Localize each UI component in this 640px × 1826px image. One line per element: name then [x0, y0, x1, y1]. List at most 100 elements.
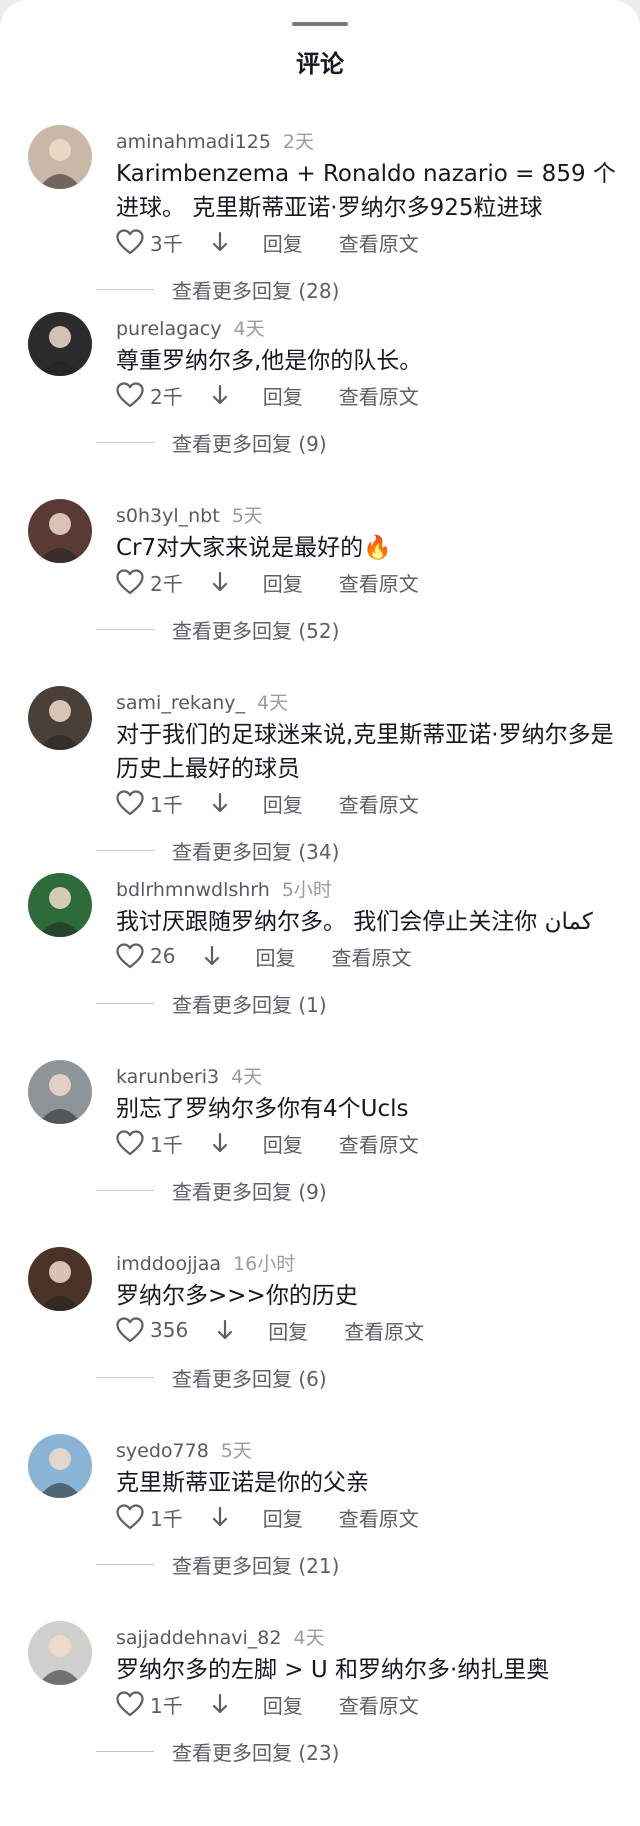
- avatar[interactable]: [28, 312, 92, 376]
- dislike-button[interactable]: [211, 571, 229, 593]
- view-more-replies[interactable]: 查看更多回复 (21): [96, 1550, 339, 1578]
- comment-item: aminahmadi125 2天 Karimbenzema + Ronaldo na…: [0, 125, 640, 312]
- reply-button[interactable]: 回复: [263, 1503, 303, 1532]
- comment-text: 罗纳尔多>>>你的历史: [116, 1283, 358, 1309]
- divider: [96, 1189, 154, 1191]
- username[interactable]: syedo778: [116, 1440, 209, 1462]
- view-original-button[interactable]: 查看原文: [331, 942, 411, 971]
- reply-button[interactable]: 回复: [263, 789, 303, 818]
- view-more-replies-label: 查看更多回复 (6): [172, 1366, 327, 1391]
- username[interactable]: imddoojjaa: [116, 1253, 221, 1275]
- view-more-replies[interactable]: 查看更多回复 (9): [96, 1176, 327, 1204]
- view-original-button[interactable]: 查看原文: [339, 789, 419, 818]
- timestamp: 4天: [257, 692, 289, 714]
- username[interactable]: bdlrhmnwdlshrh: [116, 879, 270, 901]
- like-button[interactable]: 1千: [116, 1690, 183, 1719]
- view-original-button[interactable]: 查看原文: [339, 568, 419, 597]
- view-more-replies[interactable]: 查看更多回复 (28): [96, 275, 339, 303]
- heart-icon: [116, 790, 144, 816]
- view-more-replies-label: 查看更多回复 (9): [172, 431, 327, 456]
- like-button[interactable]: 3千: [116, 228, 183, 257]
- arrow-down-icon: [211, 1132, 229, 1154]
- reply-button[interactable]: 回复: [268, 1316, 308, 1345]
- like-count: 356: [150, 1318, 189, 1342]
- username[interactable]: purelagacy: [116, 318, 222, 340]
- avatar[interactable]: [28, 1434, 92, 1498]
- reply-button[interactable]: 回复: [255, 942, 295, 971]
- comment-text: 克里斯蒂亚诺是你的父亲: [116, 1470, 369, 1496]
- comment-actions: 2千 回复 查看原文: [116, 567, 419, 597]
- avatar[interactable]: [28, 1621, 92, 1685]
- view-more-replies[interactable]: 查看更多回复 (9): [96, 428, 327, 456]
- heart-icon: [116, 229, 144, 255]
- dislike-button[interactable]: [203, 945, 221, 967]
- like-button[interactable]: 2千: [116, 381, 183, 410]
- comment-item: imddoojjaa 16小时 罗纳尔多>>>你的历史 356 回复 查看原文 查看更多回复…: [0, 1247, 640, 1434]
- view-original-button[interactable]: 查看原文: [339, 1129, 419, 1158]
- divider: [96, 441, 154, 443]
- avatar[interactable]: [28, 1060, 92, 1124]
- avatar[interactable]: [28, 125, 92, 189]
- reply-button[interactable]: 回复: [263, 1690, 303, 1719]
- like-button[interactable]: 1千: [116, 1129, 183, 1158]
- view-original-button[interactable]: 查看原文: [339, 1503, 419, 1532]
- view-more-replies[interactable]: 查看更多回复 (34): [96, 836, 339, 864]
- view-more-replies-label: 查看更多回复 (9): [172, 1179, 327, 1204]
- comment-actions: 3千 回复 查看原文: [116, 227, 419, 257]
- arrow-down-icon: [211, 384, 229, 406]
- heart-icon: [116, 1504, 144, 1530]
- view-original-button[interactable]: 查看原文: [339, 228, 419, 257]
- dislike-button[interactable]: [211, 231, 229, 253]
- dislike-button[interactable]: [211, 1506, 229, 1528]
- arrow-down-icon: [211, 571, 229, 593]
- avatar[interactable]: [28, 873, 92, 937]
- like-count: 3千: [150, 231, 183, 256]
- username[interactable]: sajjaddehnavi_82: [116, 1627, 281, 1649]
- view-more-replies[interactable]: 查看更多回复 (1): [96, 989, 327, 1017]
- view-more-replies-label: 查看更多回复 (1): [172, 992, 327, 1017]
- comment-item: karunberi3 4天 别忘了罗纳尔多你有4个Ucls 1千 回复 查看原文 查看更多回…: [0, 1060, 640, 1247]
- heart-icon: [116, 1691, 144, 1717]
- comment-actions: 1千 回复 查看原文: [116, 1502, 419, 1532]
- comment-meta: purelagacy 4天: [116, 314, 265, 340]
- dislike-button[interactable]: [216, 1319, 234, 1341]
- avatar[interactable]: [28, 499, 92, 563]
- view-more-replies[interactable]: 查看更多回复 (23): [96, 1737, 339, 1765]
- dislike-button[interactable]: [211, 792, 229, 814]
- view-more-replies[interactable]: 查看更多回复 (52): [96, 615, 339, 643]
- username[interactable]: s0h3yl_nbt: [116, 505, 220, 527]
- username[interactable]: karunberi3: [116, 1066, 219, 1088]
- like-count: 1千: [150, 1132, 183, 1157]
- like-button[interactable]: 2千: [116, 568, 183, 597]
- like-count: 26: [150, 944, 176, 968]
- view-original-button[interactable]: 查看原文: [339, 381, 419, 410]
- comment-actions: 1千 回复 查看原文: [116, 1128, 419, 1158]
- divider: [96, 1376, 154, 1378]
- reply-button[interactable]: 回复: [263, 381, 303, 410]
- like-count: 2千: [150, 384, 183, 409]
- comment-meta: bdlrhmnwdlshrh 5小时: [116, 875, 332, 901]
- arrow-down-icon: [211, 1506, 229, 1528]
- view-original-button[interactable]: 查看原文: [344, 1316, 424, 1345]
- like-button[interactable]: 356: [116, 1317, 188, 1343]
- reply-button[interactable]: 回复: [263, 228, 303, 257]
- dislike-button[interactable]: [211, 1132, 229, 1154]
- like-button[interactable]: 26: [116, 943, 175, 969]
- like-button[interactable]: 1千: [116, 789, 183, 818]
- view-more-replies-label: 查看更多回复 (52): [172, 618, 340, 643]
- heart-icon: [116, 569, 144, 595]
- avatar[interactable]: [28, 1247, 92, 1311]
- reply-button[interactable]: 回复: [263, 1129, 303, 1158]
- username[interactable]: aminahmadi125: [116, 131, 271, 153]
- username[interactable]: sami_rekany_: [116, 692, 245, 714]
- reply-button[interactable]: 回复: [263, 568, 303, 597]
- drag-handle[interactable]: [292, 22, 348, 26]
- view-more-replies[interactable]: 查看更多回复 (6): [96, 1363, 327, 1391]
- avatar[interactable]: [28, 686, 92, 750]
- comment-item: s0h3yl_nbt 5天 Cr7对大家来说是最好的🔥 2千 回复 查看原文 查看更多回复 …: [0, 499, 640, 686]
- like-button[interactable]: 1千: [116, 1503, 183, 1532]
- view-original-button[interactable]: 查看原文: [339, 1690, 419, 1719]
- comment-actions: 26 回复 查看原文: [116, 941, 411, 971]
- dislike-button[interactable]: [211, 384, 229, 406]
- dislike-button[interactable]: [211, 1693, 229, 1715]
